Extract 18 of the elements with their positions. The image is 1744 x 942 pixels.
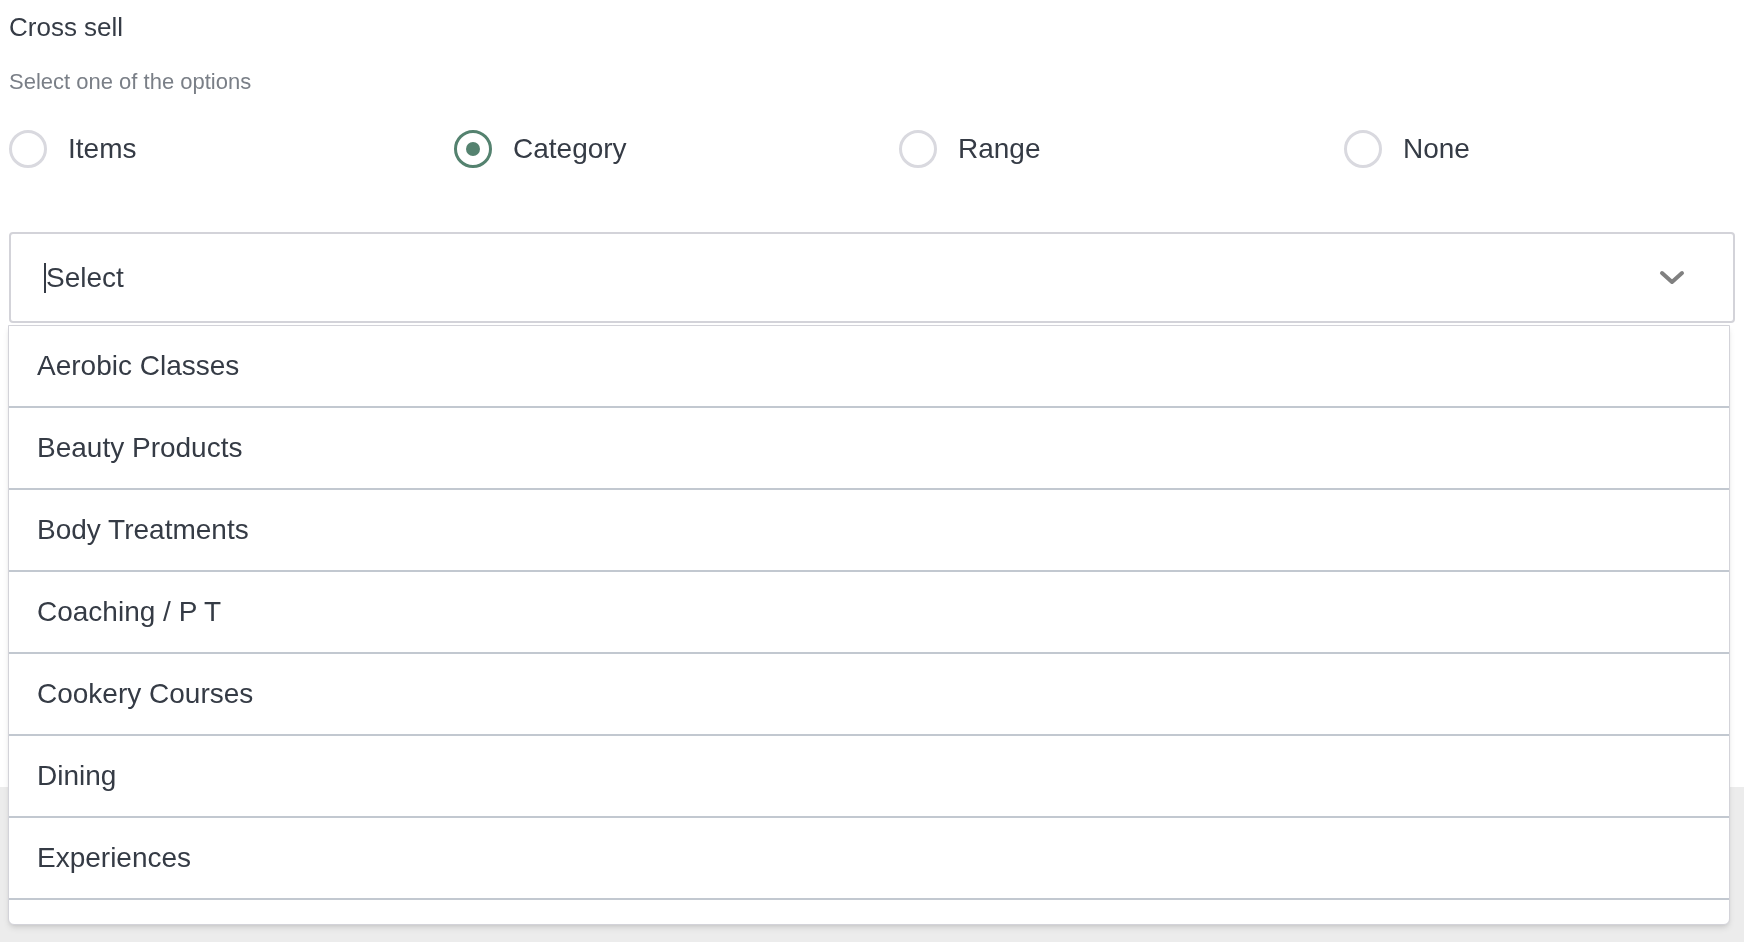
menu-item[interactable]: Dining bbox=[9, 736, 1729, 818]
chevron-down-icon bbox=[1659, 269, 1685, 286]
section-title: Cross sell bbox=[9, 11, 124, 44]
radio-option[interactable]: Range bbox=[899, 130, 1041, 168]
radio-button[interactable] bbox=[454, 130, 492, 168]
select-field[interactable]: Select bbox=[9, 232, 1735, 323]
text-cursor bbox=[44, 262, 46, 293]
menu-item[interactable]: Body Treatments bbox=[9, 490, 1729, 572]
menu-item[interactable]: Cookery Courses bbox=[9, 654, 1729, 736]
menu-item[interactable]: Experiences bbox=[9, 818, 1729, 900]
radio-option[interactable]: None bbox=[1344, 130, 1470, 168]
radio-option[interactable]: Items bbox=[9, 130, 137, 168]
select-placeholder: Select bbox=[46, 260, 125, 295]
radio-option[interactable]: Category bbox=[454, 130, 627, 168]
menu-item[interactable]: Coaching / P T bbox=[9, 572, 1729, 654]
menu-item[interactable]: Aerobic Classes bbox=[9, 326, 1729, 408]
hint-text: Select one of the options bbox=[9, 68, 252, 96]
menu-item[interactable]: Beauty Products bbox=[9, 408, 1729, 490]
